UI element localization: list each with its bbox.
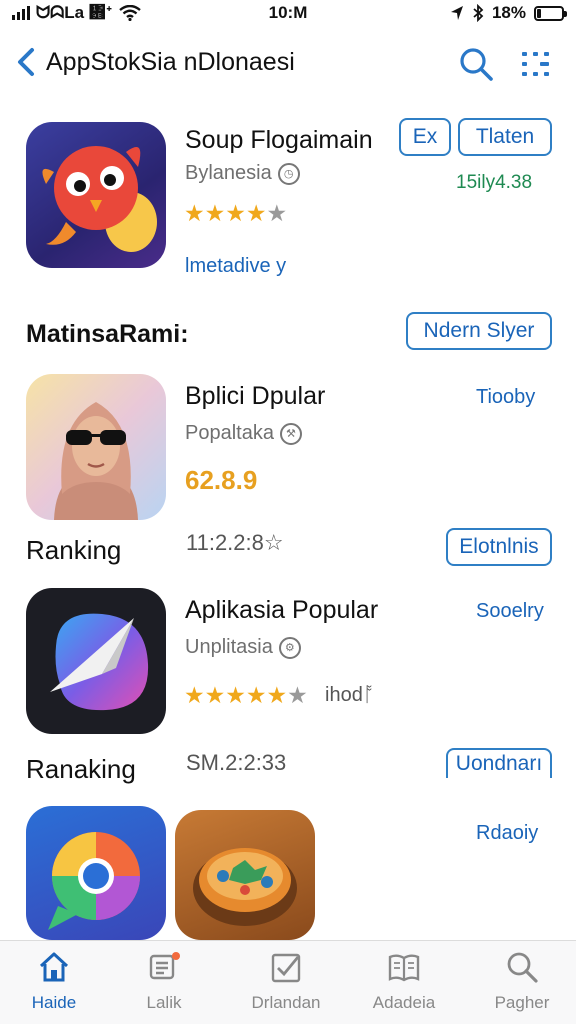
more-options-button[interactable] (516, 46, 556, 82)
tab-book[interactable]: Adadeia (354, 949, 454, 1019)
app-2-ranking-button[interactable]: Uondnarı (446, 748, 552, 778)
star-filled-icon: ★ (225, 682, 246, 708)
app-2-ranking-label: Ranaking (26, 754, 136, 784)
app-2-rating: ★★★★★★ (184, 682, 308, 709)
compass-blob-icon (50, 613, 149, 711)
grid-dots-icon (522, 52, 549, 76)
bluetooth-icon (473, 4, 484, 22)
app-1-developer: Popaltaka ⚒ (185, 422, 302, 445)
featured-app-link[interactable]: lmetadive y (185, 255, 286, 278)
tab-search[interactable]: Pagher (472, 949, 572, 1019)
star-empty-icon: ★ (266, 200, 288, 226)
search-icon (460, 48, 493, 81)
chevron-left-icon (18, 48, 34, 76)
tab-home-label: Haide (31, 993, 77, 1012)
star-filled-icon: ★ (184, 682, 205, 708)
star-filled-icon: ★ (225, 200, 246, 226)
tab-checkbox[interactable]: Drlandan (236, 949, 336, 1019)
tools-icon: ⚒ (279, 422, 302, 445)
food-bowl-icon (193, 848, 297, 926)
list-icon (149, 952, 180, 980)
app-1-ranking-label: Ranking (26, 535, 122, 565)
app-1-action[interactable]: Tiooby (476, 386, 535, 409)
settings-badge-icon: ⚙ (278, 636, 301, 659)
star-filled-icon: ★ (184, 200, 205, 226)
checkbox-icon (271, 953, 301, 983)
featured-app-name[interactable]: Soup Flogaimain (185, 126, 373, 155)
tab-list-label: Lalik (146, 993, 182, 1012)
developer-name: Unplitasia (185, 636, 273, 658)
tab-book-label: Adadeia (372, 993, 436, 1012)
app-3-action[interactable]: Rdaoiy (476, 822, 538, 845)
back-button[interactable] (12, 44, 42, 80)
book-icon (388, 954, 420, 982)
developer-name: Popaltaka (185, 422, 274, 444)
status-right: 18% (450, 3, 567, 23)
star-filled-icon: ★ (204, 682, 226, 708)
navigation-bar: AppStokSia nDlonaesi (0, 36, 576, 92)
app-2-action[interactable]: Sooelry (476, 600, 544, 623)
status-bar: ᗢᗣLa ᎛ᐩ 10:M 18% (0, 0, 576, 26)
tab-list[interactable]: Lalik (114, 949, 214, 1019)
featured-price-text: 15ily4.38 (456, 172, 533, 193)
search-icon (507, 952, 538, 983)
app-2-name[interactable]: Aplikasia Popular (185, 596, 378, 625)
section-header-button[interactable]: Ndern Slyer (406, 312, 552, 350)
star-filled-icon: ★ (204, 200, 226, 226)
page-title: AppStokSia nDlonaesi (46, 48, 295, 76)
battery-icon (534, 5, 567, 21)
section-heading: MatinsaRami: (26, 320, 189, 348)
app-2-developer: Unplitasia ⚙ (185, 636, 301, 659)
star-filled-icon: ★ (245, 200, 267, 226)
tab-bar: Haide Lalik Drlandan Adadeia Pagher (0, 940, 576, 1024)
tab-home[interactable]: Haide (4, 949, 104, 1019)
app-1-ranking-button[interactable]: Elotnlnis (446, 528, 552, 566)
star-filled-icon: ★ (245, 682, 267, 708)
bird-mascot-icon (42, 146, 157, 252)
app-2-ranking-value: SM.2:2:33 (186, 750, 287, 775)
app-2-rating-extra: ihodᚩ (325, 684, 375, 706)
location-arrow-icon (450, 6, 463, 20)
chat-ring-icon (48, 832, 140, 930)
featured-app-developer: Bylanesia ◷ (185, 162, 300, 185)
tab-checkbox-label: Drlandan (251, 993, 321, 1012)
developer-name: Bylanesia (185, 162, 272, 184)
app-1-icon[interactable] (26, 374, 166, 520)
app-2-icon[interactable] (26, 588, 166, 734)
app-1-ranking-value: 11:2.2:8☆ (186, 530, 284, 555)
featured-app-icon[interactable] (26, 122, 166, 268)
star-empty-icon: ★ (287, 682, 308, 708)
app-3-icon[interactable] (26, 806, 166, 940)
app-4-icon[interactable] (175, 810, 315, 940)
featured-app-rating: ★★★★★ (184, 200, 287, 227)
featured-badge-button[interactable]: Ex (399, 118, 451, 156)
home-icon (39, 952, 69, 982)
search-button[interactable] (456, 44, 496, 84)
tab-search-label: Pagher (494, 993, 550, 1012)
clock-icon: ◷ (277, 162, 300, 185)
app-1-rating-value: 62.8.9 (185, 465, 258, 495)
featured-get-button[interactable]: Tlaten (458, 118, 552, 156)
app-1-name[interactable]: Bplici Dpular (185, 382, 325, 411)
star-filled-icon: ★ (266, 682, 288, 708)
battery-percent: 18% (491, 3, 526, 22)
person-avatar-icon (54, 402, 138, 520)
